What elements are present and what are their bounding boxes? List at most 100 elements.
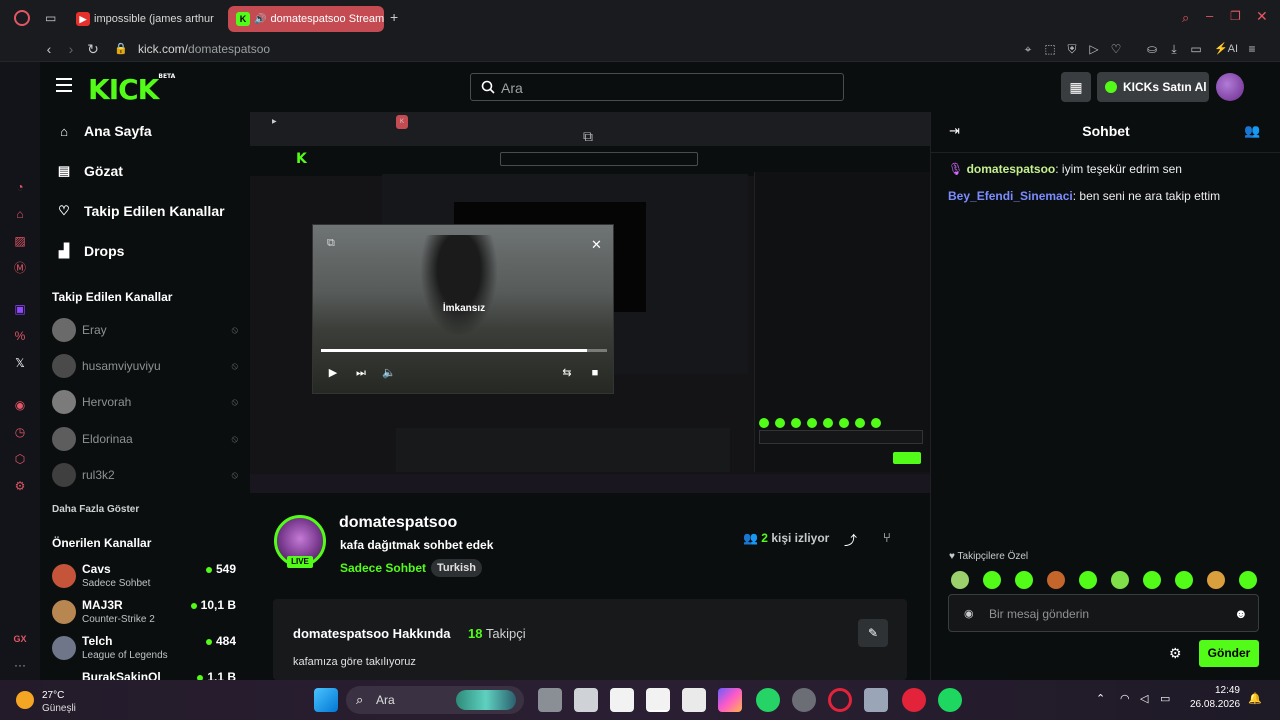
ai-icon[interactable]: ⚡AI	[1212, 41, 1240, 57]
clip-icon[interactable]: ⑂	[883, 530, 891, 545]
windows-start-icon[interactable]	[314, 688, 338, 712]
download-icon[interactable]: ⤓	[1166, 41, 1182, 57]
mail-icon[interactable]: Ⓜ	[11, 259, 29, 277]
popout-icon[interactable]: ⧉	[583, 128, 593, 145]
followed-channel[interactable]: Eray ⦸	[52, 317, 238, 343]
followed-channel[interactable]: Eldorinaa ⦸	[52, 426, 238, 452]
forward-button[interactable]: ›	[62, 40, 80, 58]
notification-icon[interactable]: 🔔	[1248, 692, 1262, 705]
spotify-icon[interactable]: ◉	[11, 396, 29, 414]
emote-icon[interactable]	[1111, 571, 1129, 589]
lock-icon[interactable]: 🔒	[112, 40, 130, 58]
opera-icon[interactable]	[828, 688, 852, 712]
steam-icon[interactable]	[792, 688, 816, 712]
emote-icon[interactable]	[1239, 571, 1257, 589]
spotify-icon[interactable]	[938, 688, 962, 712]
notepad-icon[interactable]	[610, 688, 634, 712]
percent-icon[interactable]: %	[11, 327, 29, 345]
flow-icon[interactable]: ▨	[11, 232, 29, 250]
emote-icon[interactable]	[1143, 571, 1161, 589]
tab-menu-icon[interactable]: ▭	[45, 11, 56, 25]
followed-channel[interactable]: husamviyuviyu ⦸	[52, 353, 238, 379]
weather-widget[interactable]: 27°C Güneşli	[14, 686, 84, 714]
more-icon[interactable]: ···	[11, 656, 29, 674]
mini-player-progress[interactable]	[321, 349, 607, 352]
battery-icon[interactable]: ▭	[1160, 692, 1170, 705]
reload-button[interactable]: ↻	[84, 40, 102, 58]
search-input[interactable]: Ara	[470, 73, 844, 101]
recommended-channel[interactable]: BurakSakinOl 1,1 B	[52, 670, 238, 680]
x-icon[interactable]: 𝕏	[11, 354, 29, 372]
document-icon[interactable]	[646, 688, 670, 712]
taskbar-search[interactable]: ⌕ Ara	[346, 686, 524, 714]
repeat-icon[interactable]: ⇆	[559, 365, 575, 381]
pin-icon[interactable]: ⌖	[1020, 41, 1036, 57]
speaker-icon[interactable]: 🔊	[254, 14, 266, 25]
recommended-channel[interactable]: MAJ3R Counter-Strike 2 10,1 B	[52, 598, 238, 630]
shopping-icon[interactable]: ⌂	[11, 205, 29, 223]
emote-icon[interactable]	[951, 571, 969, 589]
volume-icon[interactable]: 🔈	[381, 365, 397, 381]
paint-icon[interactable]	[682, 688, 706, 712]
new-tab-button[interactable]: +	[390, 9, 398, 25]
tray-chevron-icon[interactable]: ⌃	[1096, 692, 1105, 705]
followed-channel[interactable]: rul3k2 ⦸	[52, 462, 238, 488]
mini-player[interactable]: ⧉ ✕ İmkansız ▶ ⏭ 🔈 ⇆ ■	[312, 224, 614, 394]
nav-browse[interactable]: ▤ Gözat	[56, 159, 123, 183]
player-icon[interactable]: ▷	[1086, 41, 1102, 57]
send-button[interactable]: Gönder	[1199, 640, 1259, 667]
close-window-button[interactable]: ✕	[1256, 8, 1268, 25]
file-explorer-icon[interactable]	[574, 688, 598, 712]
speaker-icon[interactable]: ◁	[1140, 692, 1148, 705]
whatsapp-icon[interactable]	[756, 688, 780, 712]
shield-icon[interactable]: ⛨	[1064, 41, 1080, 57]
video-player[interactable]: ▶ K K ⧉ ⧉ ✕ İmkansız ▶ ⏭ 🔈 ⇆ ■	[250, 112, 930, 493]
store-button[interactable]: ▦	[1061, 72, 1091, 102]
copilot-icon[interactable]	[718, 688, 742, 712]
chat-username[interactable]: Bey_Efendi_Sinemaci	[948, 189, 1073, 203]
emote-icon[interactable]	[1015, 571, 1033, 589]
emote-icon[interactable]	[983, 571, 1001, 589]
wifi-icon[interactable]: ◠	[1120, 692, 1130, 705]
snapshot-icon[interactable]: ⬚	[1042, 41, 1058, 57]
close-icon[interactable]: ✕	[591, 237, 602, 253]
menu-icon[interactable]: ≡	[1244, 41, 1260, 57]
battery-icon[interactable]: ▭	[1188, 41, 1204, 57]
edit-button[interactable]: ✎	[858, 619, 888, 647]
maximize-button[interactable]: ❐	[1230, 9, 1241, 23]
share-icon[interactable]: ⤴	[844, 530, 857, 549]
history-icon[interactable]: ◷	[11, 423, 29, 441]
smiley-icon[interactable]: ☻	[1234, 606, 1248, 621]
buy-kicks-button[interactable]: KICKs Satın Al	[1097, 72, 1209, 102]
play-icon[interactable]: ▶	[325, 365, 341, 381]
tab-kick[interactable]: K 🔊 domatespatsoo Stream	[228, 6, 384, 32]
language-tag[interactable]: Turkish	[431, 559, 482, 577]
clock-date[interactable]: 26.08.2026	[1190, 699, 1240, 710]
hamburger-menu-button[interactable]	[56, 78, 72, 92]
minimize-button[interactable]: –	[1206, 8, 1213, 23]
recommended-channel[interactable]: Cavs Sadece Sohbet 549	[52, 562, 238, 594]
channel-name[interactable]: domatespatsoo	[339, 514, 457, 532]
next-icon[interactable]: ⏭	[353, 365, 369, 381]
wallet-icon[interactable]: ⛀	[1144, 41, 1160, 57]
emote-icon[interactable]	[1207, 571, 1225, 589]
tab-youtube[interactable]: ▶ impossible (james arthur	[68, 6, 218, 32]
emote-icon[interactable]	[1079, 571, 1097, 589]
heart-icon[interactable]: ♡	[1108, 41, 1124, 57]
task-view-icon[interactable]	[538, 688, 562, 712]
chat-input[interactable]: ◉ Bir mesaj gönderin ☻	[948, 594, 1259, 632]
extensions-icon[interactable]: ⬡	[11, 450, 29, 468]
settings-icon[interactable]: ⚙	[11, 477, 29, 495]
opera-gx-icon[interactable]	[902, 688, 926, 712]
kick-logo[interactable]: KICKBETA	[88, 73, 175, 106]
chat-username[interactable]: domatespatsoo	[967, 162, 1056, 176]
speed-dial-icon[interactable]: ◔	[11, 178, 29, 196]
restore-icon[interactable]: ⧉	[327, 237, 335, 250]
gear-icon[interactable]: ⚙	[1169, 645, 1182, 662]
back-button[interactable]: ‹	[40, 40, 58, 58]
url-field[interactable]: kick.com/domatespatsoo	[138, 42, 270, 56]
opera-logo-icon[interactable]	[14, 10, 30, 26]
nav-drops[interactable]: ▟ Drops	[56, 239, 124, 263]
search-tabs-icon[interactable]: ⌕	[1182, 10, 1189, 26]
gx-icon[interactable]: GX	[11, 630, 29, 648]
